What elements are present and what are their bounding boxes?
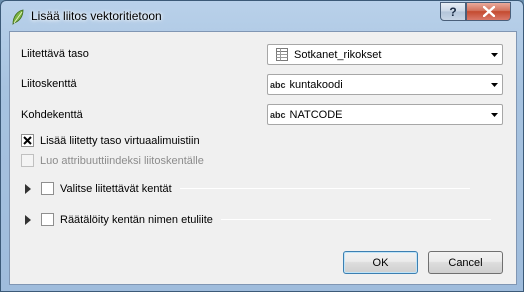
cache-virtual-checkbox[interactable] <box>21 134 34 147</box>
join-layer-combo[interactable]: Sotkanet_rikokset <box>267 44 503 65</box>
custom-prefix-label: Räätälöity kentän nimen etuliite <box>60 213 213 226</box>
expand-arrow-icon[interactable] <box>23 183 33 194</box>
dialog-body: Liitettävä taso Sotkanet_rikokset Liitos… <box>9 31 517 285</box>
checkmark-x-icon <box>23 136 32 145</box>
cancel-button[interactable]: Cancel <box>428 251 503 274</box>
help-icon: ? <box>449 4 457 19</box>
create-index-label: Luo attribuuttiindeksi liitoskentälle <box>40 154 204 167</box>
target-field-combo[interactable]: abc NATCODE <box>267 104 503 125</box>
chevron-down-icon[interactable] <box>486 45 502 64</box>
custom-prefix-group[interactable]: Räätälöity kentän nimen etuliite <box>23 213 491 226</box>
expand-arrow-icon[interactable] <box>23 214 33 225</box>
join-field-combo[interactable]: abc kuntakoodi <box>267 74 503 95</box>
chevron-down-icon[interactable] <box>486 105 502 124</box>
text-field-type-icon: abc <box>270 109 286 120</box>
group-divider <box>220 219 491 220</box>
dialog-window: Lisää liitos vektoritietoon ? Liitettävä… <box>0 0 524 292</box>
help-button[interactable]: ? <box>440 2 466 21</box>
join-layer-label: Liitettävä taso <box>21 48 89 60</box>
select-fields-group[interactable]: Valitse liitettävät kentät <box>23 182 470 195</box>
target-field-value: NATCODE <box>289 108 343 121</box>
select-fields-label: Valitse liitettävät kentät <box>60 182 172 195</box>
chevron-down-icon[interactable] <box>486 75 502 94</box>
target-field-label: Kohdekenttä <box>21 109 83 121</box>
qgis-leaf-icon <box>12 9 24 25</box>
custom-prefix-checkbox[interactable] <box>41 213 54 226</box>
join-field-label: Liitoskenttä <box>21 78 77 90</box>
title-bar[interactable]: Lisää liitos vektoritietoon ? <box>1 1 523 31</box>
vector-table-icon <box>272 48 292 61</box>
cache-virtual-label: Lisää liitetty taso virtuaalimuistiin <box>40 134 200 147</box>
group-divider <box>179 188 470 189</box>
window-title: Lisää liitos vektoritietoon <box>31 9 162 23</box>
select-fields-checkbox[interactable] <box>41 182 54 195</box>
create-index-option: Luo attribuuttiindeksi liitoskentälle <box>21 154 204 167</box>
join-layer-value: Sotkanet_rikokset <box>294 48 382 61</box>
ok-button[interactable]: OK <box>343 251 418 274</box>
create-index-checkbox <box>21 154 34 167</box>
close-icon <box>482 6 495 17</box>
close-button[interactable] <box>466 2 511 21</box>
cache-virtual-option[interactable]: Lisää liitetty taso virtuaalimuistiin <box>21 134 200 147</box>
join-field-value: kuntakoodi <box>289 78 343 91</box>
text-field-type-icon: abc <box>270 79 286 90</box>
